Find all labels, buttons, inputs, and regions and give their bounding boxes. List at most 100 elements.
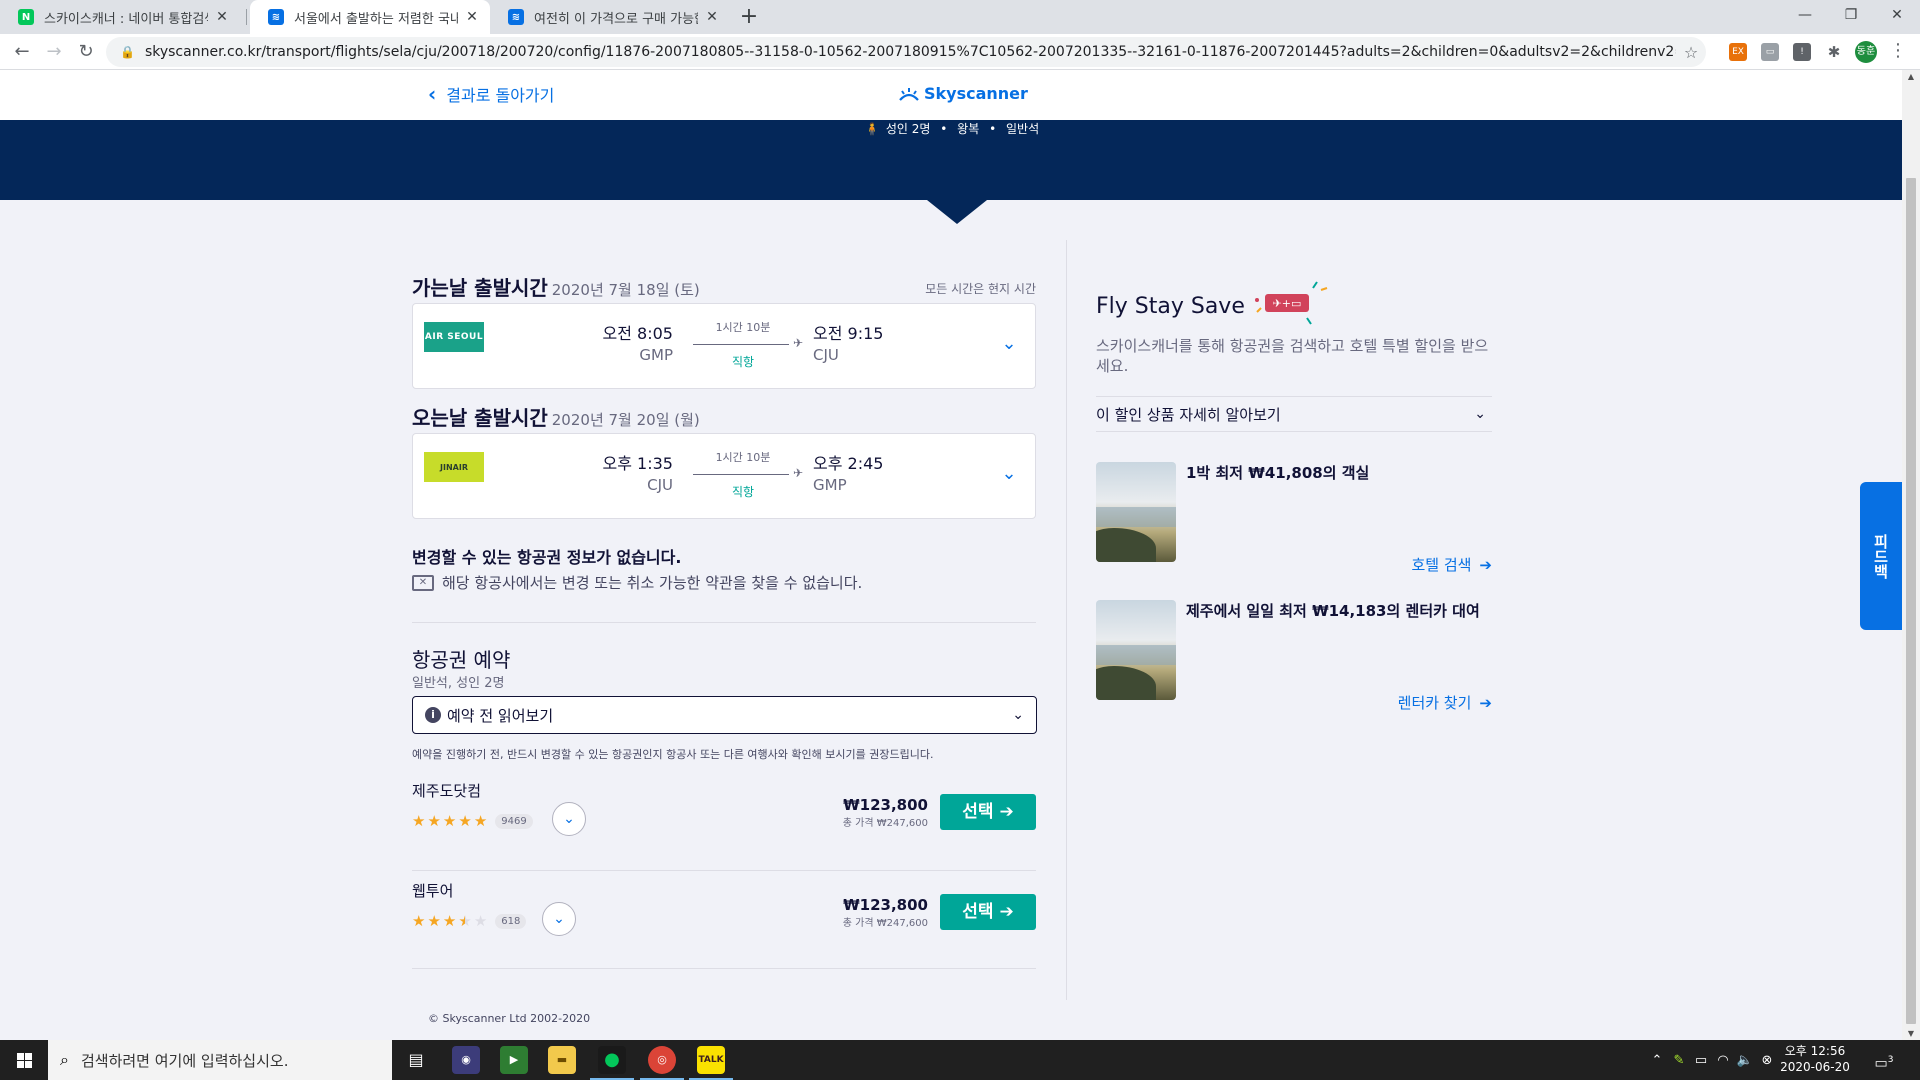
- scroll-up-icon[interactable]: ▲: [1902, 72, 1920, 81]
- close-tab-icon[interactable]: ✕: [464, 9, 480, 25]
- profile-avatar[interactable]: 동훈: [1855, 41, 1877, 63]
- browser-tab-skyscanner-price[interactable]: ≋ 여전히 이 가격으로 구매 가능한 ✕: [490, 0, 730, 34]
- scrollbar-thumb[interactable]: [1906, 178, 1916, 1024]
- outbound-flight-card[interactable]: AIR SEOUL 오전 8:05 GMP 1시간 10분 ✈ 직항 오전 9:…: [412, 303, 1036, 389]
- minimize-icon[interactable]: —: [1782, 0, 1828, 30]
- feedback-tab[interactable]: 피드백: [1860, 482, 1902, 630]
- feedback-label: 피드백: [1871, 533, 1890, 579]
- url-text[interactable]: skyscanner.co.kr/transport/flights/sela/…: [145, 44, 1676, 60]
- back-to-results-link[interactable]: ‹ 결과로 돌아가기: [428, 82, 554, 106]
- browser-tab-skyscanner-search[interactable]: ≋ 서울에서 출발하는 저렴한 국내선 ✕: [250, 0, 490, 34]
- address-bar[interactable]: 🔒 skyscanner.co.kr/transport/flights/sel…: [106, 37, 1706, 67]
- taskbar-search-box[interactable]: ⌕ 검색하려면 여기에 입력하십시오.: [48, 1040, 392, 1080]
- clock-time: 오후 12:56: [1784, 1044, 1846, 1058]
- review-count: 618: [495, 913, 527, 929]
- total-price: 총 가격 ₩247,600: [842, 818, 928, 829]
- puzzle-icon[interactable]: ✱: [1825, 43, 1843, 61]
- learn-more-accordion[interactable]: 이 할인 상품 자세히 알아보기 ⌄: [1096, 396, 1492, 432]
- inbound-arrival: 오후 2:45 GMP: [813, 450, 913, 494]
- booking-agent-row: 웹투어 ★ ★ ★ ★ ★ 618 ⌄ ₩123,800 총 가격 ₩247,600 선…: [412, 880, 1036, 976]
- tab-title: 여전히 이 가격으로 구매 가능한: [534, 11, 698, 27]
- plane-icon: ✈: [792, 466, 803, 480]
- select-button[interactable]: 선택 ➔: [940, 794, 1036, 830]
- extension-icon[interactable]: ▭: [1761, 43, 1779, 61]
- close-tab-icon[interactable]: ✕: [704, 9, 720, 25]
- expand-agent-button[interactable]: ⌄: [552, 802, 586, 836]
- restore-icon[interactable]: ❐: [1828, 0, 1874, 30]
- chevron-down-icon[interactable]: ⌄: [997, 332, 1021, 356]
- media-player-icon[interactable]: ▶: [500, 1046, 528, 1074]
- inbound-title: 오는날 출발시간: [412, 406, 548, 430]
- forward-arrow-icon[interactable]: →: [40, 38, 68, 66]
- chevron-down-icon[interactable]: ⌄: [997, 462, 1021, 486]
- read-before-label: 예약 전 읽어보기: [447, 706, 554, 725]
- skyscanner-logo[interactable]: Skyscanner: [898, 84, 1028, 103]
- notification-icon: ▭: [1874, 1055, 1888, 1072]
- read-before-booking-dropdown[interactable]: i 예약 전 읽어보기 ⌄: [412, 696, 1037, 734]
- stops-label: 직항: [731, 485, 755, 499]
- windows-start-button[interactable]: [0, 1040, 48, 1080]
- outbound-title: 가는날 출발시간: [412, 276, 548, 300]
- close-window-icon[interactable]: ✕: [1874, 0, 1920, 30]
- taskbar-clock[interactable]: 오후 12:56 2020-06-20: [1780, 1043, 1850, 1075]
- app-icon[interactable]: ◉: [452, 1046, 480, 1074]
- pen-icon[interactable]: ✎: [1668, 1053, 1690, 1068]
- air-seoul-logo: AIR SEOUL: [424, 322, 484, 352]
- wifi-icon[interactable]: ◠: [1712, 1053, 1734, 1068]
- outbound-heading: 가는날 출발시간 2020년 7월 18일 (토): [412, 272, 700, 301]
- extension-icon[interactable]: !: [1793, 43, 1811, 61]
- departure-airport: GMP: [639, 346, 673, 364]
- naver-whale-icon[interactable]: ●: [590, 1046, 634, 1080]
- extension-icon[interactable]: EX: [1729, 43, 1747, 61]
- bookmark-star-icon[interactable]: ☆: [1676, 43, 1706, 62]
- expand-agent-button[interactable]: ⌄: [542, 902, 576, 936]
- car-rental-offer: 제주에서 일일 최저 ₩14,183의 렌터카 대여 렌터카 찾기 ➔: [1096, 600, 1492, 712]
- logo-text: Skyscanner: [924, 84, 1028, 103]
- menu-icon[interactable]: ⋮: [1888, 40, 1908, 61]
- dot-separator: •: [989, 122, 997, 136]
- reload-icon[interactable]: ↻: [72, 38, 100, 66]
- passenger-count: 성인 2명: [885, 122, 931, 136]
- ticket-icon: ✕: [412, 574, 434, 591]
- skyscanner-icon: ≋: [268, 9, 284, 25]
- back-arrow-icon[interactable]: ←: [8, 38, 36, 66]
- star-icon: ★: [412, 812, 426, 830]
- volume-icon[interactable]: 🔈: [1734, 1053, 1756, 1068]
- sunrise-icon: [899, 87, 919, 101]
- hotel-search-label: 호텔 검색: [1411, 556, 1472, 574]
- tab-title: 서울에서 출발하는 저렴한 국내선: [294, 11, 458, 27]
- car-rental-link[interactable]: 렌터카 찾기 ➔: [1398, 692, 1492, 713]
- chrome-icon[interactable]: ◎: [640, 1046, 684, 1080]
- flight-duration: 1시간 10분: [715, 451, 771, 464]
- flight-duration: 1시간 10분: [715, 321, 771, 334]
- car-rental-label: 렌터카 찾기: [1397, 694, 1472, 712]
- close-tab-icon[interactable]: ✕: [214, 9, 230, 25]
- learn-more-label: 이 할인 상품 자세히 알아보기: [1096, 405, 1281, 424]
- agent-name[interactable]: 제주도닷컴: [412, 780, 481, 801]
- scroll-down-icon[interactable]: ▼: [1902, 1029, 1920, 1038]
- inbound-flight-card[interactable]: JINAIR 오후 1:35 CJU 1시간 10분 ✈ 직항 오후 2:45 …: [412, 433, 1036, 519]
- chevron-left-icon: ‹: [428, 82, 437, 106]
- agent-name[interactable]: 웹투어: [412, 880, 453, 901]
- new-tab-icon[interactable]: +: [736, 4, 762, 30]
- naver-icon: N: [18, 9, 34, 25]
- outbound-departure: 오전 8:05 GMP: [573, 320, 673, 364]
- ime-icon[interactable]: ⊗: [1756, 1053, 1778, 1068]
- agent-price: ₩123,800 총 가격 ₩247,600: [843, 896, 928, 929]
- person-icon: 🧍: [864, 122, 880, 136]
- notification-center-icon[interactable]: ▭3: [1872, 1048, 1896, 1072]
- file-explorer-icon[interactable]: ▬: [548, 1046, 576, 1074]
- battery-icon[interactable]: ▭: [1690, 1053, 1712, 1068]
- select-button[interactable]: 선택 ➔: [940, 894, 1036, 930]
- trip-summary: 🧍 성인 2명 • 왕복 • 일반석: [0, 120, 1902, 137]
- empty-star-icon: ★: [473, 912, 488, 930]
- task-view-icon[interactable]: ▤: [402, 1046, 430, 1074]
- arrival-time: 오후 2:45: [813, 454, 884, 473]
- browser-tab-naver[interactable]: N 스카이스캐너 : 네이버 통합검색 ✕: [0, 0, 240, 34]
- fly-stay-save-title: Fly Stay Save: [1096, 294, 1245, 319]
- tab-title: 스카이스캐너 : 네이버 통합검색: [44, 11, 208, 27]
- page-scrollbar[interactable]: ▲ ▼: [1902, 70, 1920, 1040]
- hotel-search-link[interactable]: 호텔 검색 ➔: [1411, 554, 1492, 575]
- kakaotalk-icon[interactable]: TALK: [689, 1046, 733, 1080]
- chevron-up-icon[interactable]: ⌃: [1646, 1053, 1668, 1068]
